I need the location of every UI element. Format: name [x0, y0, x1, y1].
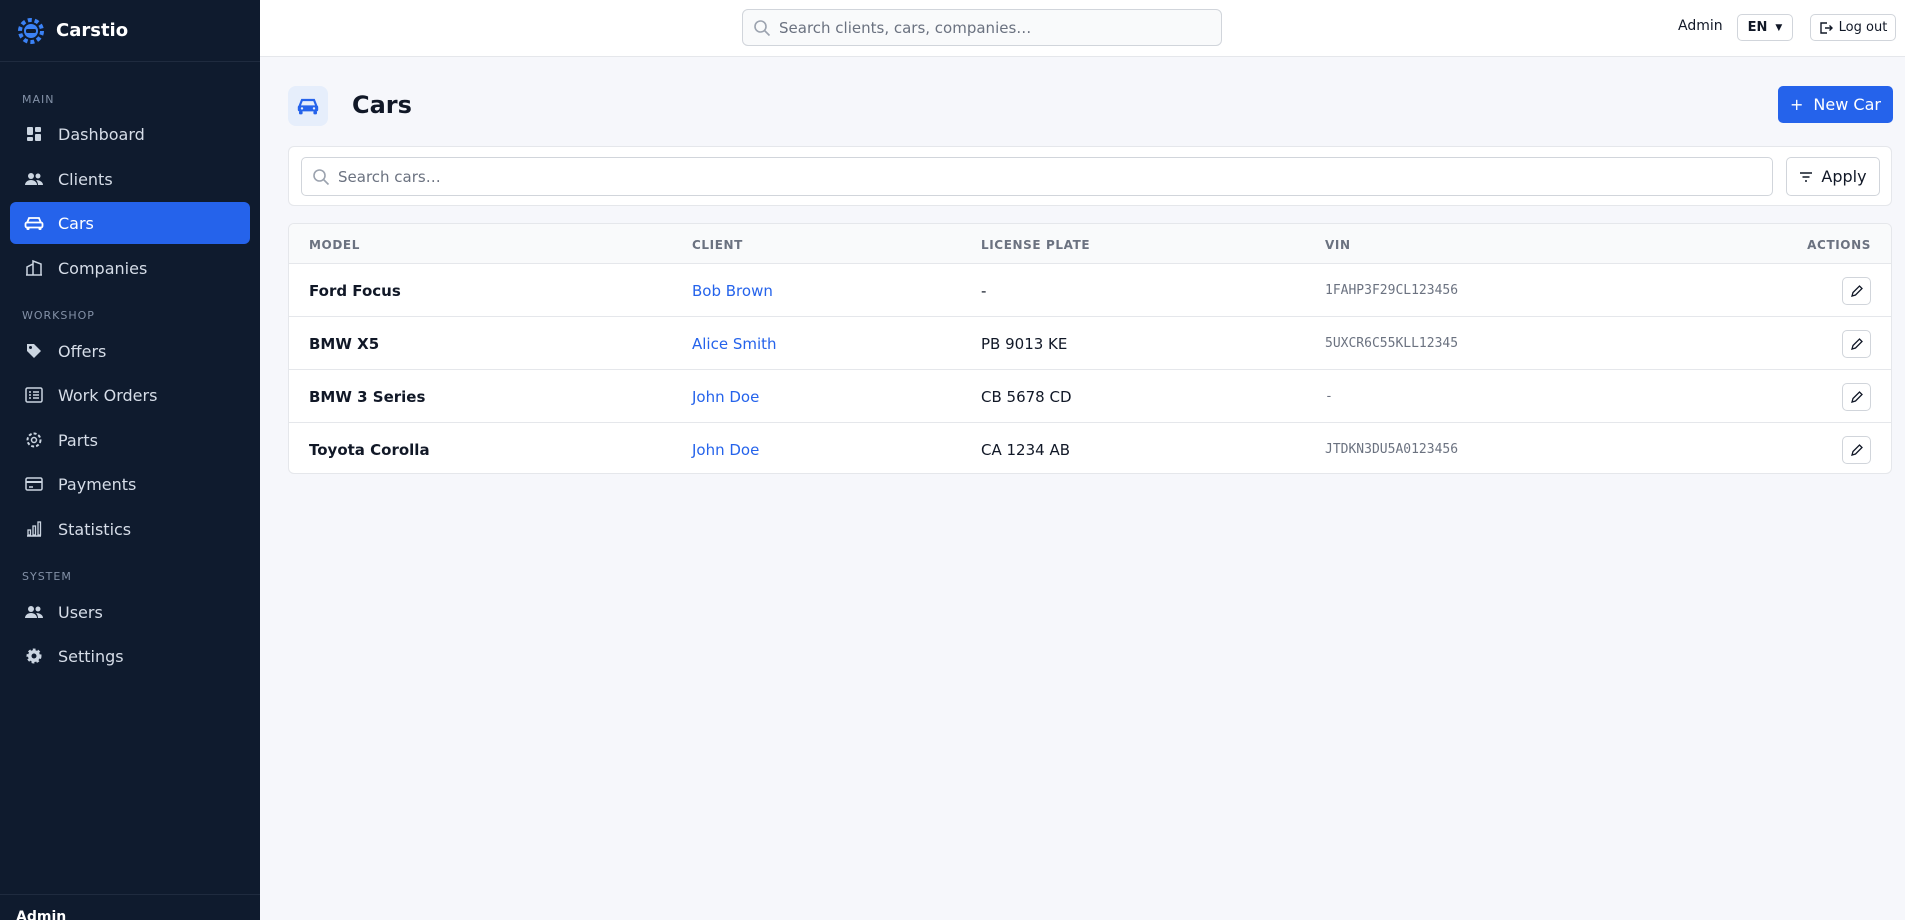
sidebar-item-label: Cars: [58, 213, 94, 233]
cell-vin: JTDKN3DU5A0123456: [1325, 442, 1459, 457]
logout-button[interactable]: Log out: [1810, 14, 1896, 41]
cell-license-plate: PB 9013 KE: [981, 335, 1068, 353]
cell-license-plate: -: [981, 282, 987, 300]
sidebar-item-label: Dashboard: [58, 124, 145, 144]
sidebar-item-label: Work Orders: [58, 385, 158, 405]
logout-icon: [1819, 21, 1833, 34]
sidebar-item-parts[interactable]: Parts: [10, 419, 250, 461]
client-link[interactable]: Bob Brown: [692, 282, 773, 300]
sidebar: Carstio MAIN Dashboard Clients Cars Comp…: [0, 0, 260, 920]
credit-card-icon: [24, 474, 44, 494]
section-main: MAIN: [22, 93, 55, 106]
cell-model: BMW 3 Series: [309, 388, 426, 406]
pencil-icon: [1851, 390, 1863, 403]
sidebar-item-payments[interactable]: Payments: [10, 463, 250, 505]
language-value: EN: [1747, 20, 1768, 35]
new-car-label: New Car: [1813, 95, 1881, 114]
sidebar-item-label: Statistics: [58, 519, 132, 539]
global-search-input[interactable]: [779, 18, 1221, 37]
cell-vin: 1FAHP3F29CL123456: [1325, 283, 1459, 298]
apply-button[interactable]: Apply: [1786, 157, 1880, 196]
table-row[interactable]: Ford Focus Bob Brown - 1FAHP3F29CL123456: [289, 264, 1891, 317]
sidebar-item-companies[interactable]: Companies: [10, 247, 250, 289]
topbar: Admin EN ▼ Log out: [260, 0, 1905, 57]
column-header-model: MODEL: [309, 238, 360, 252]
sidebar-item-settings[interactable]: Settings: [10, 635, 250, 677]
cell-model: Ford Focus: [309, 282, 401, 300]
cars-search-input[interactable]: [338, 167, 1772, 186]
plus-icon: +: [1790, 95, 1804, 114]
sidebar-item-label: Companies: [58, 258, 148, 278]
logo-icon: [16, 16, 46, 46]
cell-vin: 5UXCR6C55KLL12345: [1325, 336, 1459, 351]
edit-button[interactable]: [1842, 383, 1871, 411]
cell-license-plate: CA 1234 AB: [981, 441, 1070, 459]
sidebar-item-work-orders[interactable]: Work Orders: [10, 374, 250, 416]
global-search[interactable]: [742, 9, 1222, 46]
cell-model: Toyota Corolla: [309, 441, 430, 459]
table-header: MODEL CLIENT LICENSE PLATE VIN ACTIONS: [289, 224, 1891, 264]
sidebar-item-dashboard[interactable]: Dashboard: [10, 113, 250, 155]
user-label: Admin: [1678, 18, 1723, 34]
pencil-icon: [1851, 284, 1863, 297]
sidebar-item-label: Offers: [58, 341, 107, 361]
column-header-vin: VIN: [1325, 238, 1351, 252]
page-title: Cars: [352, 91, 412, 119]
column-header-license-plate: LICENSE PLATE: [981, 238, 1091, 252]
column-header-actions: ACTIONS: [1807, 238, 1871, 252]
sidebar-item-label: Parts: [58, 430, 98, 450]
car-icon: [24, 213, 44, 233]
filter-icon: [1800, 171, 1813, 182]
table-row[interactable]: Toyota Corolla John Doe CA 1234 AB JTDKN…: [289, 423, 1891, 473]
app-name: Carstio: [56, 20, 129, 41]
grid-icon: [24, 124, 44, 144]
sidebar-footer-user[interactable]: Admin: [0, 894, 260, 920]
section-workshop: WORKSHOP: [22, 309, 95, 322]
table-row[interactable]: BMW 3 Series John Doe CB 5678 CD -: [289, 370, 1891, 423]
section-system: SYSTEM: [22, 570, 72, 583]
apply-label: Apply: [1821, 167, 1867, 186]
table-row[interactable]: BMW X5 Alice Smith PB 9013 KE 5UXCR6C55K…: [289, 317, 1891, 370]
sidebar-item-label: Settings: [58, 646, 124, 666]
sidebar-item-label: Clients: [58, 169, 113, 189]
list-icon: [24, 385, 44, 405]
sidebar-item-cars[interactable]: Cars: [10, 202, 250, 244]
cell-vin: -: [1325, 389, 1333, 404]
sidebar-item-label: Users: [58, 602, 103, 622]
edit-button[interactable]: [1842, 277, 1871, 305]
pencil-icon: [1851, 337, 1863, 350]
column-header-client: CLIENT: [692, 238, 743, 252]
client-link[interactable]: John Doe: [692, 441, 759, 459]
brand[interactable]: Carstio: [0, 0, 260, 62]
cog-icon: [24, 646, 44, 666]
cell-license-plate: CB 5678 CD: [981, 388, 1072, 406]
cell-model: BMW X5: [309, 335, 380, 353]
edit-button[interactable]: [1842, 330, 1871, 358]
client-link[interactable]: Alice Smith: [692, 335, 777, 353]
filter-bar: Apply: [288, 146, 1892, 206]
sidebar-item-label: Payments: [58, 474, 137, 494]
new-car-button[interactable]: + New Car: [1778, 86, 1893, 123]
edit-button[interactable]: [1842, 436, 1871, 464]
cars-table: MODEL CLIENT LICENSE PLATE VIN ACTIONS F…: [288, 223, 1892, 474]
pencil-icon: [1851, 443, 1863, 456]
caret-down-icon: ▼: [1775, 22, 1783, 33]
client-link[interactable]: John Doe: [692, 388, 759, 406]
cars-search[interactable]: [301, 157, 1773, 196]
language-select[interactable]: EN ▼: [1737, 14, 1793, 41]
people-icon: [24, 602, 44, 622]
bar-chart-icon: [24, 519, 44, 539]
gear-icon: [24, 430, 44, 450]
people-icon: [24, 169, 44, 189]
sidebar-item-offers[interactable]: Offers: [10, 330, 250, 372]
tag-icon: [24, 341, 44, 361]
search-icon: [313, 168, 330, 185]
sidebar-item-clients[interactable]: Clients: [10, 158, 250, 200]
sidebar-item-statistics[interactable]: Statistics: [10, 508, 250, 550]
buildings-icon: [24, 258, 44, 278]
car-icon: [288, 86, 328, 126]
sidebar-item-users[interactable]: Users: [10, 591, 250, 633]
logout-label: Log out: [1838, 20, 1888, 35]
search-icon: [754, 19, 771, 36]
